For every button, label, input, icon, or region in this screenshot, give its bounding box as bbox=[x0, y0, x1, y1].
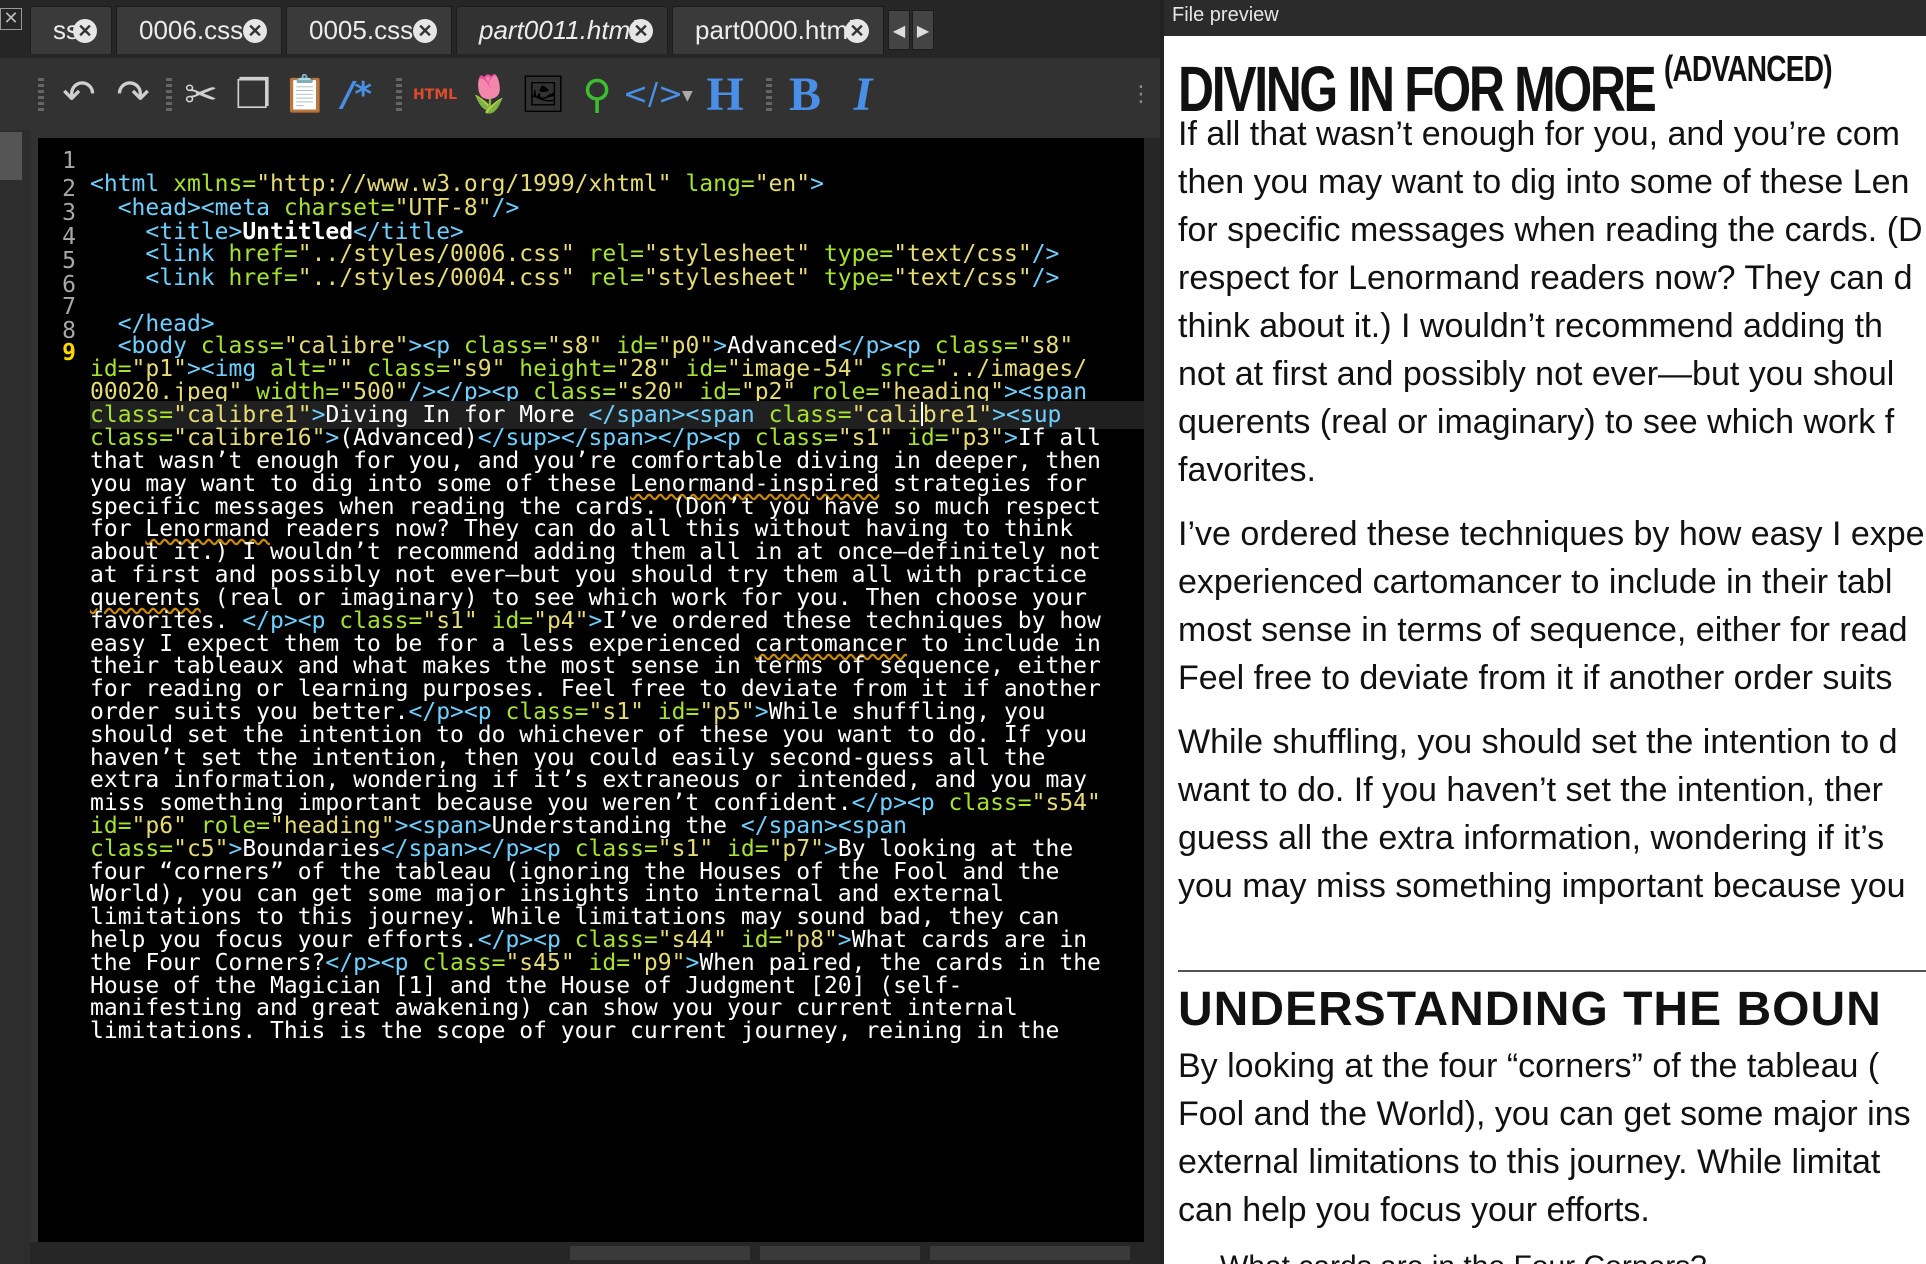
code-tag-icon[interactable]: </> bbox=[623, 68, 683, 122]
insert-link-icon[interactable]: ⚲ bbox=[570, 68, 624, 122]
tab-label: 0005.css bbox=[309, 15, 414, 45]
paste-icon[interactable]: 📋 bbox=[278, 68, 332, 122]
tab-close-icon[interactable]: ✕ bbox=[629, 19, 653, 43]
line-number: 1 bbox=[62, 148, 76, 174]
preview-paragraph-3: While shuffling, you should set the inte… bbox=[1178, 718, 1926, 910]
preview-line: I’ve ordered these techniques by how eas… bbox=[1178, 515, 1925, 553]
toolbar-more-icon[interactable]: ⋮ bbox=[1130, 82, 1152, 107]
tab-label: part0011.html bbox=[479, 15, 637, 45]
preview-line: guess all the extra information, wonderi… bbox=[1178, 819, 1885, 857]
tab-close-icon[interactable]: ✕ bbox=[243, 19, 267, 43]
preview-paragraph-4: By looking at the four “corners” of the … bbox=[1178, 1042, 1926, 1234]
html-file-icon[interactable]: HTML bbox=[408, 68, 462, 122]
code-line[interactable]: limitations. This is the scope of your c… bbox=[90, 1017, 1059, 1045]
line-number: 2 bbox=[62, 176, 76, 202]
insert-image-icon[interactable]: 🖼 bbox=[516, 68, 570, 122]
code-line[interactable]: <link href="../styles/0004.css" rel="sty… bbox=[90, 264, 1059, 292]
preview-paragraph-1: If all that wasn’t enough for you, and y… bbox=[1178, 110, 1926, 494]
file-preview-pane: File preview DIVING IN FOR MORE (ADVANCED… bbox=[1164, 0, 1926, 1264]
bottom-bar-segment bbox=[570, 1246, 750, 1260]
preview-header: File preview bbox=[1172, 4, 1279, 26]
chevron-down-icon[interactable]: ▼ bbox=[682, 88, 696, 104]
preview-line: While shuffling, you should set the inte… bbox=[1178, 723, 1898, 761]
preview-line: for specific messages when reading the c… bbox=[1178, 211, 1923, 249]
tab-part0011-html[interactable]: part0011.html ✕ bbox=[456, 6, 668, 54]
tab-label: 0006.css bbox=[139, 15, 244, 45]
line-number: 4 bbox=[62, 224, 76, 250]
comment-icon[interactable]: /* bbox=[330, 68, 384, 122]
preview-divider bbox=[1178, 970, 1926, 972]
editor-pane: ✕ ss ✕ 0006.css ✕ 0005.css ✕ part0011.ht… bbox=[0, 0, 1160, 1264]
tab-label: part0000.html bbox=[695, 15, 854, 45]
cut-icon[interactable]: ✂ bbox=[174, 68, 228, 122]
tab-scroll-left-icon[interactable]: ◀ bbox=[888, 10, 910, 50]
preview-line: external limitations to this journey. Wh… bbox=[1178, 1143, 1881, 1181]
preview-title-sup: (ADVANCED) bbox=[1663, 48, 1833, 89]
bottom-bar-segment bbox=[760, 1246, 920, 1260]
bold-icon[interactable]: B bbox=[778, 68, 832, 122]
tab-close-icon[interactable]: ✕ bbox=[413, 19, 437, 43]
tab-part0000-html[interactable]: part0000.html ✕ bbox=[672, 6, 884, 54]
tab-scroll-right-icon[interactable]: ▶ bbox=[912, 10, 934, 50]
preview-line: think about it.) I wouldn’t recommend ad… bbox=[1178, 307, 1883, 345]
preview-line: experienced cartomancer to include in th… bbox=[1178, 563, 1893, 601]
editor-bottom-bar bbox=[30, 1242, 1160, 1264]
left-side-strip bbox=[0, 130, 30, 1264]
toolbar: ↶ ↷ ✂ ❐ 📋 /* HTML 🌷 🖼 ⚲ </> ▼ H B I ⋮ bbox=[30, 60, 1160, 130]
italic-icon[interactable]: I bbox=[836, 68, 890, 122]
panel-close-icon[interactable]: ✕ bbox=[0, 8, 22, 30]
tab-close-icon[interactable]: ✕ bbox=[73, 19, 97, 43]
toolbar-grip[interactable] bbox=[396, 78, 402, 112]
preview-line: respect for Lenormand readers now? They … bbox=[1178, 259, 1913, 297]
line-number: 3 bbox=[62, 200, 76, 226]
tulip-icon[interactable]: 🌷 bbox=[462, 68, 516, 122]
preview-subheading: What cards are in the Four Corners? bbox=[1220, 1250, 1707, 1264]
line-number: 5 bbox=[62, 248, 76, 274]
preview-line: If all that wasn’t enough for you, and y… bbox=[1178, 115, 1900, 153]
editor-scrollbar[interactable] bbox=[1144, 138, 1160, 1242]
side-marker bbox=[0, 132, 22, 180]
preview-line: Feel free to deviate from it if another … bbox=[1178, 659, 1893, 697]
bottom-bar-segment bbox=[930, 1246, 1130, 1260]
preview-line: you may miss something important because… bbox=[1178, 867, 1906, 905]
preview-line: favorites. bbox=[1178, 451, 1316, 489]
tab-bar: ✕ ss ✕ 0006.css ✕ 0005.css ✕ part0011.ht… bbox=[0, 0, 1160, 58]
tab-ss[interactable]: ss ✕ bbox=[30, 6, 112, 54]
heading-icon[interactable]: H bbox=[698, 68, 752, 122]
line-number: 7 bbox=[62, 294, 76, 320]
preview-line: then you may want to dig into some of th… bbox=[1178, 163, 1910, 201]
undo-icon[interactable]: ↶ bbox=[52, 68, 106, 122]
preview-line: querents (real or imaginary) to see whic… bbox=[1178, 403, 1895, 441]
copy-icon[interactable]: ❐ bbox=[226, 68, 280, 122]
preview-line: most sense in terms of sequence, either … bbox=[1178, 611, 1908, 649]
toolbar-grip[interactable] bbox=[38, 78, 44, 112]
preview-paragraph-2: I’ve ordered these techniques by how eas… bbox=[1178, 510, 1926, 702]
toolbar-grip[interactable] bbox=[166, 78, 172, 112]
preview-heading-2: UNDERSTANDING THE BOUN bbox=[1178, 983, 1882, 1036]
line-number-current: 9 bbox=[62, 340, 76, 366]
preview-line: By looking at the four “corners” of the … bbox=[1178, 1047, 1880, 1085]
tab-0006-css[interactable]: 0006.css ✕ bbox=[116, 6, 282, 54]
preview-line: not at first and possibly not ever—but y… bbox=[1178, 355, 1895, 393]
tab-close-icon[interactable]: ✕ bbox=[845, 19, 869, 43]
line-number-gutter: 1 2 3 4 5 6 7 8 9 bbox=[38, 138, 82, 1242]
preview-line: want to do. If you haven’t set the inten… bbox=[1178, 771, 1884, 809]
preview-page: DIVING IN FOR MORE (ADVANCED) If all that… bbox=[1164, 36, 1926, 1264]
tab-0005-css[interactable]: 0005.css ✕ bbox=[286, 6, 452, 54]
code-editor[interactable]: <html xmlns="http://www.w3.org/1999/xhtm… bbox=[82, 138, 1144, 1242]
toolbar-grip[interactable] bbox=[766, 78, 772, 112]
preview-line: Fool and the World), you can get some ma… bbox=[1178, 1095, 1911, 1133]
redo-icon[interactable]: ↷ bbox=[106, 68, 160, 122]
preview-line: can help you focus your efforts. bbox=[1178, 1191, 1650, 1229]
